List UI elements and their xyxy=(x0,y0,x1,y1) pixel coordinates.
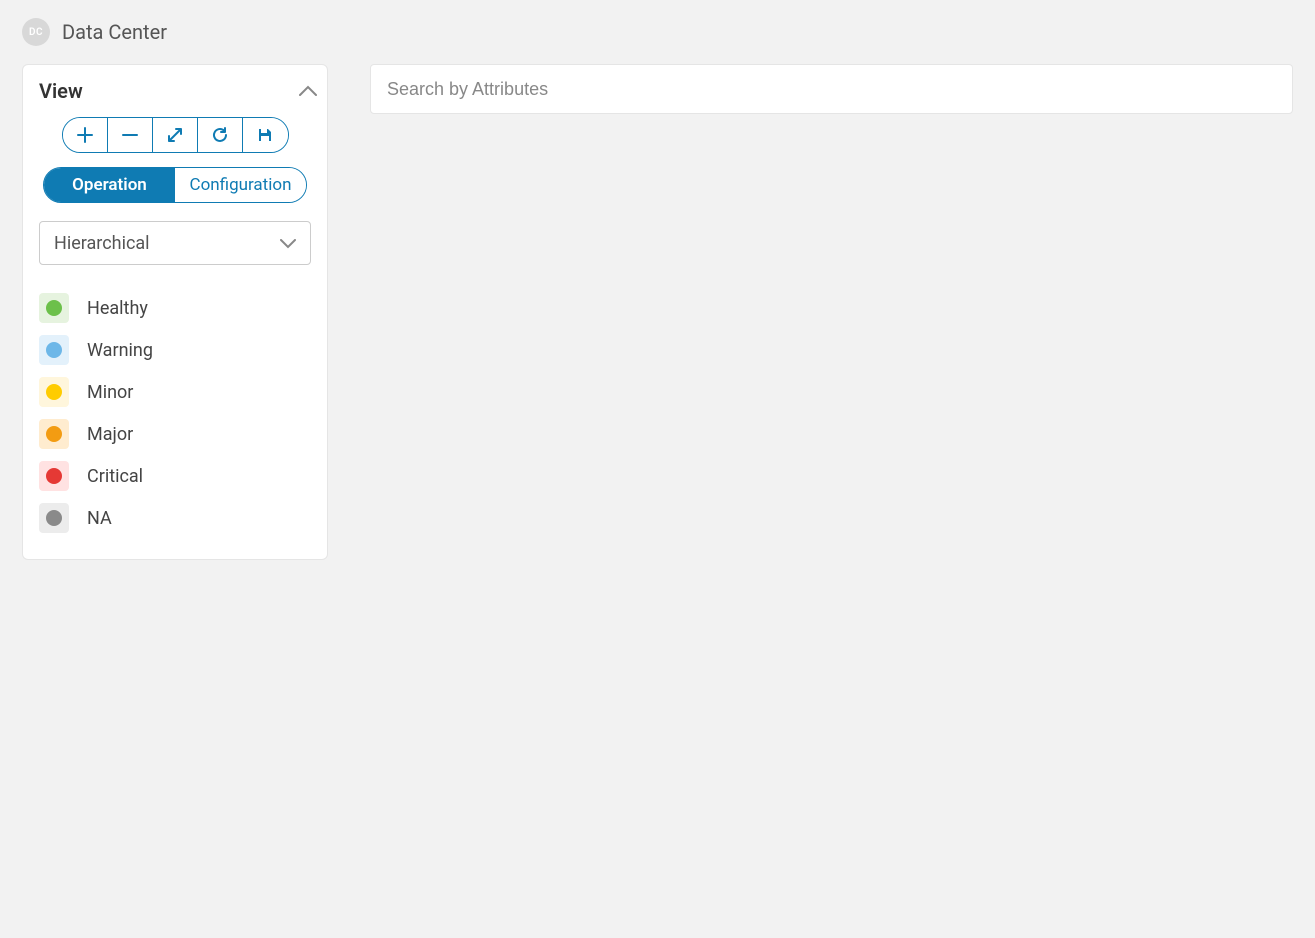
zoom-in-button[interactable] xyxy=(63,118,108,152)
node-k8s-label: 172.28.8.233 xyxy=(619,835,771,865)
view-toolbar xyxy=(62,117,289,153)
minus-icon xyxy=(122,127,138,143)
legend-dot-icon xyxy=(46,468,62,484)
layout-dropdown-value: Hierarchical xyxy=(54,233,150,254)
page-header: DC Data Center xyxy=(22,18,1293,46)
plus-icon xyxy=(77,127,93,143)
legend-swatch xyxy=(39,335,69,365)
legend-swatch xyxy=(39,293,69,323)
fit-button[interactable] xyxy=(153,118,198,152)
layout-dropdown[interactable]: Hierarchical xyxy=(39,221,311,265)
legend-item: NA xyxy=(39,497,311,539)
legend-swatch xyxy=(39,377,69,407)
datacenter-chip: DC xyxy=(22,18,50,46)
edge-corefab-k8s xyxy=(718,420,976,704)
legend-label: Warning xyxy=(87,340,153,361)
save-button[interactable] xyxy=(243,118,288,152)
legend-dot-icon xyxy=(46,342,62,358)
refresh-button[interactable] xyxy=(198,118,243,152)
edge-bgfab-vc xyxy=(718,420,980,704)
edge-bgfab-corefab xyxy=(750,354,945,386)
legend-label: Healthy xyxy=(87,298,148,319)
chevron-down-icon xyxy=(280,233,296,254)
legend-item: Major xyxy=(39,413,311,455)
legend-label: Critical xyxy=(87,466,143,487)
view-panel: View xyxy=(22,64,328,560)
collapse-panel-button[interactable] xyxy=(293,82,311,100)
mode-toggle: Operation Configuration xyxy=(43,167,307,203)
legend-item: Healthy xyxy=(39,287,311,329)
legend-dot-icon xyxy=(46,510,62,526)
refresh-icon xyxy=(212,127,228,143)
search-input[interactable] xyxy=(370,64,1293,114)
legend-item: Warning xyxy=(39,329,311,371)
legend-label: Minor xyxy=(87,382,133,403)
page-title: Data Center xyxy=(62,20,167,44)
node-corefab-label: corefab xyxy=(956,451,1045,481)
legend-label: Major xyxy=(87,424,133,445)
legend-swatch xyxy=(39,461,69,491)
save-icon xyxy=(257,127,273,143)
view-panel-title: View xyxy=(39,79,83,103)
legend-item: Minor xyxy=(39,371,311,413)
node-vcenter-label: 172.28.10.184 xyxy=(917,835,1084,865)
legend-dot-icon xyxy=(46,300,62,316)
legend-label: NA xyxy=(87,508,112,529)
zoom-out-button[interactable] xyxy=(108,118,153,152)
node-bgfab-label: bgfab xyxy=(662,451,729,481)
node-bgfab[interactable]: bgfab xyxy=(640,315,750,481)
legend-swatch xyxy=(39,503,69,533)
node-vcenter[interactable]: 172.28.10.184 xyxy=(917,699,1084,865)
expand-icon xyxy=(167,127,183,143)
status-legend: Healthy Warning Minor Major Critical NA xyxy=(39,287,311,539)
node-corefab[interactable]: corefab xyxy=(945,315,1055,481)
tab-operation[interactable]: Operation xyxy=(44,168,175,202)
chevron-up-icon xyxy=(299,85,305,97)
tab-configuration[interactable]: Configuration xyxy=(175,168,306,202)
legend-item: Critical xyxy=(39,455,311,497)
node-k8s[interactable]: 172.28.8.233 xyxy=(619,699,771,865)
legend-dot-icon xyxy=(46,426,62,442)
legend-swatch xyxy=(39,419,69,449)
legend-dot-icon xyxy=(46,384,62,400)
